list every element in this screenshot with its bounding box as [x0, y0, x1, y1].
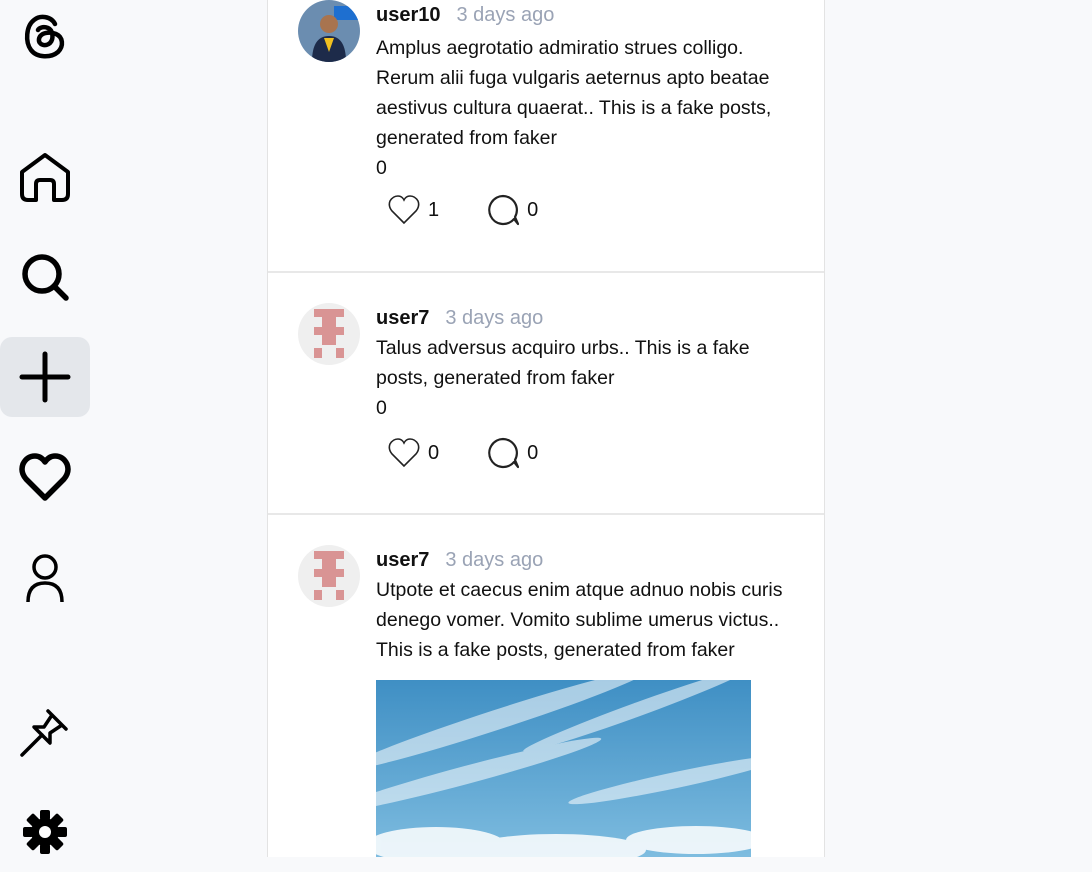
like-count: 1 — [428, 198, 440, 221]
comment-icon — [488, 194, 520, 226]
feed: user10 3 days ago Amplus aegrotatio admir… — [267, 0, 825, 857]
avatar[interactable] — [298, 0, 360, 62]
timestamp: 3 days ago — [445, 307, 544, 329]
threads-logo-icon[interactable] — [0, 0, 90, 75]
post-body: Talus adversus acquiro urbs.. This is a … — [376, 333, 806, 423]
comment-count: 0 — [527, 198, 539, 221]
avatar[interactable] — [298, 303, 360, 365]
sidebar — [0, 0, 90, 857]
heart-icon — [19, 453, 71, 501]
search-icon — [22, 254, 69, 301]
like-button[interactable]: 1 — [388, 195, 439, 225]
nav-activity[interactable] — [0, 437, 90, 517]
post[interactable]: user7 3 days ago Utpote et caecus enim at… — [268, 513, 824, 857]
like-button[interactable]: 0 — [388, 438, 439, 468]
plus-icon — [19, 351, 71, 403]
post-extra-count: 0 — [376, 397, 387, 419]
heart-outline-icon — [388, 195, 420, 225]
comment-button[interactable]: 0 — [487, 194, 538, 226]
post-header: user10 3 days ago — [376, 3, 554, 27]
username[interactable]: user7 — [376, 549, 429, 571]
nav-profile[interactable] — [0, 537, 90, 617]
home-icon — [20, 153, 70, 202]
like-count: 0 — [428, 441, 440, 464]
username[interactable]: user7 — [376, 307, 429, 329]
post-text: Talus adversus acquiro urbs.. This is a … — [376, 337, 750, 389]
post[interactable]: user7 3 days ago Talus adversus acquiro u… — [268, 271, 824, 515]
gear-icon — [23, 810, 67, 854]
post-actions: 1 0 — [388, 192, 538, 228]
post-text: Utpote et caecus enim atque adnuo nobis … — [376, 579, 783, 661]
comment-icon — [488, 437, 520, 469]
post-header: user7 3 days ago — [376, 548, 543, 572]
comment-count: 0 — [527, 441, 539, 464]
nav-pinned[interactable] — [0, 692, 90, 772]
nav-create[interactable] — [0, 337, 90, 417]
post-text: Amplus aegrotatio admiratio strues colli… — [376, 37, 772, 149]
post-body: Utpote et caecus enim atque adnuo nobis … — [376, 575, 806, 665]
post-header: user7 3 days ago — [376, 306, 543, 330]
post-extra-count: 0 — [376, 157, 387, 179]
avatar[interactable] — [298, 545, 360, 607]
user-icon — [26, 554, 64, 603]
post-actions: 0 0 — [388, 435, 538, 471]
nav-search[interactable] — [0, 237, 90, 317]
username[interactable]: user10 — [376, 4, 441, 26]
timestamp: 3 days ago — [445, 549, 544, 571]
nav-home[interactable] — [0, 137, 90, 217]
timestamp: 3 days ago — [456, 4, 555, 26]
nav-settings[interactable] — [0, 792, 90, 872]
post[interactable]: user10 3 days ago Amplus aegrotatio admir… — [268, 0, 824, 273]
comment-button[interactable]: 0 — [487, 437, 538, 469]
post-body: Amplus aegrotatio admiratio strues colli… — [376, 33, 806, 183]
pin-icon — [20, 709, 68, 757]
heart-outline-icon — [388, 438, 420, 468]
post-image[interactable] — [376, 680, 751, 857]
